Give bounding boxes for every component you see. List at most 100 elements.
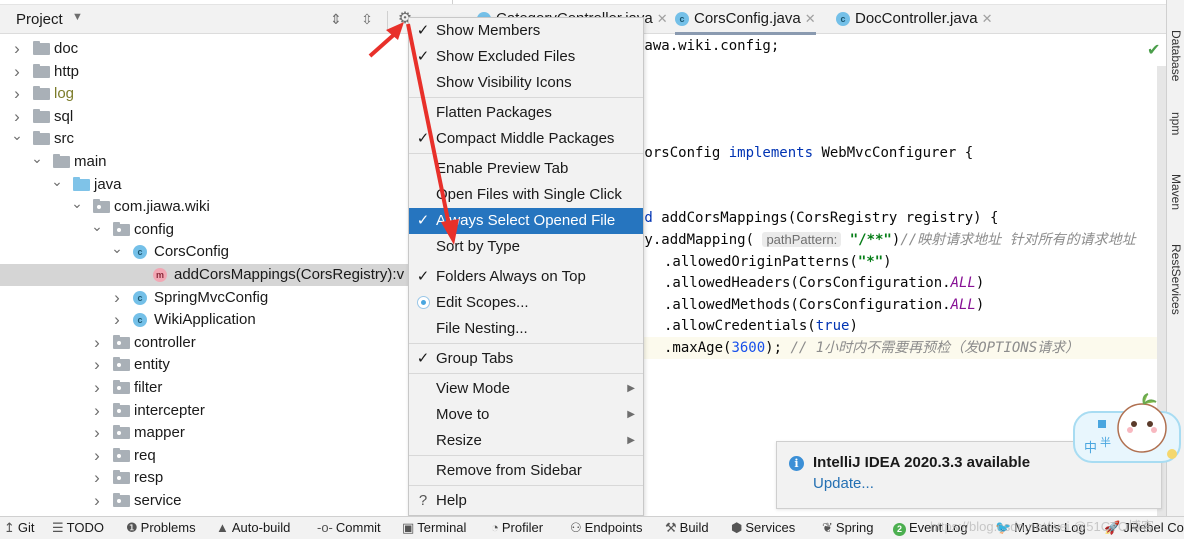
tree-item-doc[interactable]: › doc (0, 38, 452, 60)
menu-item-show-members[interactable]: ✓ Show Members (409, 18, 643, 44)
tree-item-springmvcconfig[interactable]: › c SpringMvcConfig (0, 287, 452, 309)
chevron-down-icon[interactable]: ▼ (72, 11, 83, 23)
tab-doc-controller[interactable]: c DocController.java ✕ (836, 5, 992, 35)
code-line: .allowedMethods(CorsConfiguration.ALL) (664, 297, 985, 313)
menu-item-edit-scopes[interactable]: Edit Scopes... (409, 290, 643, 316)
tree-item-mapper[interactable]: › mapper (0, 422, 452, 444)
collapse-all-icon[interactable]: ⇳ (358, 10, 376, 28)
tree-item-entity[interactable]: › entity (0, 354, 452, 376)
menu-item-open-files-with-single-click[interactable]: Open Files with Single Click (409, 182, 643, 208)
toolwindow-button-jrebel-cor[interactable]: 🚀 JRebel Cor (1104, 520, 1184, 536)
tree-item-config[interactable]: ⌄ config (0, 218, 452, 241)
toolwindow-label: Spring (835, 520, 874, 535)
toolwindow-button-endpoints[interactable]: ⚇ Endpoints (570, 520, 642, 536)
chevron-right-icon[interactable]: › (90, 445, 104, 467)
tree-item-intercepter[interactable]: › intercepter (0, 400, 452, 422)
menu-item-label: Remove from Sidebar (436, 462, 582, 479)
tree-item-resp[interactable]: › resp (0, 467, 452, 489)
mybatis-log-icon: 🐦 (995, 520, 1012, 535)
menu-item-show-excluded-files[interactable]: ✓ Show Excluded Files (409, 44, 643, 70)
tree-item-wikiapplication[interactable]: › c WikiApplication (0, 309, 452, 331)
tree-item-main[interactable]: ⌄ main (0, 150, 452, 173)
toolwindow-button-todo[interactable]: ☰ TODO (52, 520, 104, 536)
tree-item-filter[interactable]: › filter (0, 377, 452, 399)
close-icon[interactable]: ✕ (805, 11, 816, 26)
code-line: .allowedOriginPatterns("*") (664, 254, 892, 270)
menu-item-help[interactable]: ? Help (409, 488, 643, 514)
tree-item-req[interactable]: › req (0, 445, 452, 467)
chevron-right-icon[interactable]: › (90, 400, 104, 422)
toolwindow-button-services[interactable]: ⬢ Services (731, 520, 795, 536)
sidebar-item-npm[interactable]: npm (1169, 112, 1183, 135)
toolwindow-button-profiler[interactable]: ◔ Profiler (491, 520, 543, 535)
chevron-right-icon[interactable]: › (10, 61, 24, 83)
toolwindow-button-mybatis-log[interactable]: 🐦 MyBatis Log (995, 520, 1086, 536)
tree-item-log[interactable]: › log (0, 83, 452, 105)
toolwindow-button-build[interactable]: ⚒ Build (665, 520, 709, 536)
chevron-right-icon[interactable]: › (90, 377, 104, 399)
chevron-down-icon[interactable]: ⌄ (70, 192, 84, 214)
tree-item-http[interactable]: › http (0, 61, 452, 83)
tree-item-java[interactable]: ⌄ java (0, 173, 452, 196)
menu-item-remove-from-sidebar[interactable]: Remove from Sidebar (409, 458, 643, 484)
menu-item-resize[interactable]: Resize ▶ (409, 428, 643, 454)
tree-item-service[interactable]: › service (0, 490, 452, 512)
tree-item-corsconfig[interactable]: ⌄ c CorsConfig (0, 240, 452, 263)
toolwindow-button-spring[interactable]: ❦ Spring (822, 520, 873, 536)
code-line: iawa.wiki.config; (636, 38, 780, 54)
tree-item-sql[interactable]: › sql (0, 106, 452, 128)
menu-item-label: Group Tabs (436, 350, 514, 367)
tab-label: CorsConfig.java (694, 10, 801, 27)
tree-item-controller[interactable]: › controller (0, 332, 452, 354)
expand-all-icon[interactable]: ⇕ (327, 10, 345, 28)
toolwindow-button-auto-build[interactable]: ▲ Auto-build (216, 520, 290, 535)
menu-item-compact-middle-packages[interactable]: ✓ Compact Middle Packages (409, 126, 643, 152)
menu-item-sort-by-type[interactable]: Sort by Type (409, 234, 643, 260)
chevron-down-icon[interactable]: ⌄ (110, 237, 124, 259)
sidebar-item-restservices[interactable]: RestServices (1169, 244, 1183, 315)
toolwindow-button-terminal[interactable]: ▣ Terminal (402, 520, 466, 536)
tree-item-addcorsmappings-corsregistry-v[interactable]: m addCorsMappings(CorsRegistry):v (0, 264, 452, 286)
chevron-right-icon[interactable]: › (90, 467, 104, 489)
chevron-right-icon[interactable]: › (90, 354, 104, 376)
chevron-right-icon[interactable]: › (110, 287, 124, 309)
update-link[interactable]: Update... (813, 475, 874, 492)
sidebar-item-maven[interactable]: Maven (1169, 174, 1183, 210)
sidebar-item-database[interactable]: Database (1169, 30, 1183, 81)
menu-item-show-visibility-icons[interactable]: Show Visibility Icons (409, 70, 643, 96)
chevron-down-icon[interactable]: ⌄ (30, 147, 44, 169)
chevron-right-icon[interactable]: › (110, 309, 124, 331)
mascot-text-b: 半 (1100, 435, 1111, 449)
menu-item-group-tabs[interactable]: ✓ Group Tabs (409, 346, 643, 372)
menu-item-view-mode[interactable]: View Mode ▶ (409, 376, 643, 402)
chevron-right-icon[interactable]: › (90, 422, 104, 444)
ime-mascot-icon[interactable]: 中 半 (1072, 390, 1184, 468)
close-icon[interactable]: ✕ (982, 11, 993, 26)
close-icon[interactable]: ✕ (657, 11, 668, 26)
package-icon (113, 221, 130, 236)
menu-item-move-to[interactable]: Move to ▶ (409, 402, 643, 428)
toolwindow-button-git[interactable]: ↥ Git (4, 520, 35, 536)
menu-item-label: Show Visibility Icons (436, 74, 572, 91)
chevron-down-icon[interactable]: ⌄ (50, 170, 64, 192)
menu-item-file-nesting[interactable]: File Nesting... (409, 316, 643, 342)
toolwindow-button-commit[interactable]: -o- Commit (317, 520, 381, 535)
tree-item-com-jiawa-wiki[interactable]: ⌄ com.jiawa.wiki (0, 195, 452, 218)
chevron-down-icon[interactable]: ⌄ (10, 124, 24, 146)
menu-item-flatten-packages[interactable]: Flatten Packages (409, 100, 643, 126)
chevron-right-icon[interactable]: › (90, 332, 104, 354)
menu-item-enable-preview-tab[interactable]: Enable Preview Tab (409, 156, 643, 182)
toolwindow-label: Endpoints (584, 520, 643, 535)
toolwindow-button-event-log[interactable]: 2 Event Log (893, 520, 968, 536)
project-view-selector[interactable]: Project (16, 11, 63, 28)
chevron-down-icon[interactable]: ⌄ (90, 215, 104, 237)
menu-item-folders-always-on-top[interactable]: ✓ Folders Always on Top (409, 264, 643, 290)
toolwindow-button-problems[interactable]: ❶ Problems (126, 520, 196, 536)
menu-item-always-select-opened-file[interactable]: ✓ Always Select Opened File (409, 208, 643, 234)
package-icon (113, 334, 130, 349)
chevron-right-icon[interactable]: › (10, 38, 24, 60)
chevron-right-icon[interactable]: › (90, 490, 104, 512)
tab-cors-config[interactable]: c CorsConfig.java ✕ (675, 5, 816, 35)
chevron-right-icon[interactable]: › (10, 83, 24, 105)
tree-item-src[interactable]: ⌄ src (0, 127, 452, 150)
